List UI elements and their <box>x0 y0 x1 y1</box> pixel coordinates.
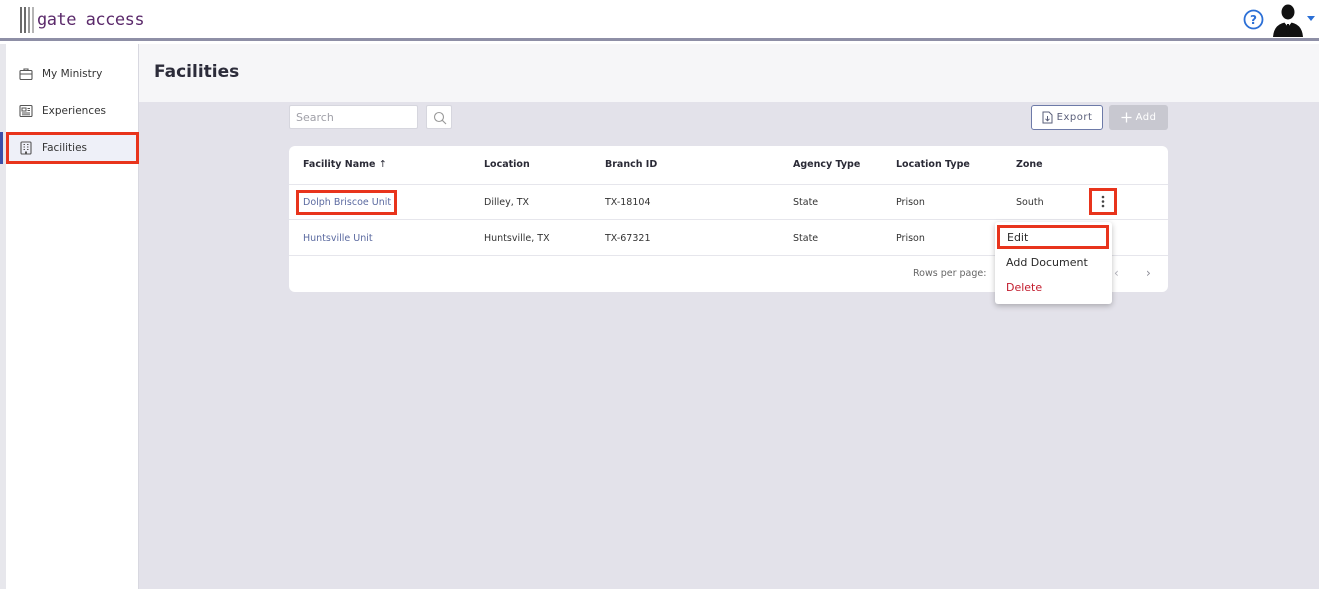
menu-item-edit[interactable]: Edit <box>997 225 1109 249</box>
column-header-branch-id[interactable]: Branch ID <box>605 159 657 170</box>
search-input[interactable] <box>289 105 418 129</box>
sidebar-item-label: Facilities <box>42 142 87 154</box>
chevron-right-icon[interactable]: › <box>1146 266 1151 280</box>
question-circle-icon[interactable]: ? <box>1243 9 1264 30</box>
sort-arrow-icon: ↑ <box>378 159 387 170</box>
svg-text:?: ? <box>1250 13 1257 27</box>
add-label: Add <box>1135 112 1157 123</box>
newspaper-icon <box>19 104 33 118</box>
column-header-facility-name[interactable]: Facility Name ↑ <box>303 159 387 170</box>
table-cell-branch-id: TX-18104 <box>605 197 651 208</box>
table-cell-location-type: Prison <box>896 197 925 208</box>
menu-item-delete[interactable]: Delete <box>995 275 1112 299</box>
table-cell-location: Huntsville, TX <box>484 233 550 244</box>
facility-name-link[interactable]: Huntsville Unit <box>303 233 373 244</box>
sidebar-item-label: My Ministry <box>42 68 103 80</box>
table-cell-branch-id: TX-67321 <box>605 233 651 244</box>
header-divider <box>289 184 1168 185</box>
building-icon <box>20 141 32 155</box>
chevron-left-icon[interactable]: ‹ <box>1114 266 1119 280</box>
sidebar-item-experiences[interactable]: Experiences <box>6 95 139 127</box>
chevron-down-icon[interactable] <box>1307 16 1315 22</box>
sidebar-item-label: Experiences <box>42 105 107 117</box>
sidebar: My Ministry Experiences Facilities <box>0 44 139 589</box>
plus-icon <box>1121 112 1132 123</box>
page-header: Facilities <box>139 44 1319 102</box>
column-header-agency-type[interactable]: Agency Type <box>793 159 860 170</box>
top-bar: gate access ? <box>0 0 1319 41</box>
row-actions-menu: Edit Add Document Delete <box>995 222 1112 304</box>
menu-item-add-document[interactable]: Add Document <box>995 250 1112 274</box>
app-logo[interactable]: gate access <box>20 5 145 35</box>
export-button[interactable]: Export <box>1031 105 1103 130</box>
table-cell-location-type: Prison <box>896 233 925 244</box>
row-divider <box>289 219 1168 220</box>
table-cell-agency-type: State <box>793 233 819 244</box>
add-button[interactable]: Add <box>1109 105 1168 130</box>
table-cell-zone: South <box>1016 197 1044 208</box>
table-cell-location: Dilley, TX <box>484 197 530 208</box>
file-export-icon <box>1042 111 1053 124</box>
more-vertical-icon <box>1101 195 1105 208</box>
logo-bars-icon <box>20 7 34 33</box>
column-header-location[interactable]: Location <box>484 159 530 170</box>
main-content: Export Add Facility Name ↑ Location Bran… <box>139 102 1319 589</box>
table-cell-agency-type: State <box>793 197 819 208</box>
column-header-zone[interactable]: Zone <box>1016 159 1043 170</box>
briefcase-icon <box>19 68 33 81</box>
column-header-location-type[interactable]: Location Type <box>896 159 970 170</box>
search-button[interactable] <box>426 105 452 129</box>
page-title: Facilities <box>154 62 240 82</box>
rows-per-page-label: Rows per page: <box>913 268 987 279</box>
export-label: Export <box>1056 112 1093 123</box>
user-avatar-icon[interactable] <box>1271 3 1305 37</box>
sidebar-item-my-ministry[interactable]: My Ministry <box>6 58 139 90</box>
row-actions-button[interactable] <box>1089 188 1117 215</box>
facility-name-link[interactable]: Dolph Briscoe Unit <box>303 197 391 208</box>
logo-text: gate access <box>37 10 145 30</box>
search-icon <box>433 111 447 125</box>
sidebar-item-facilities[interactable]: Facilities <box>0 132 139 164</box>
